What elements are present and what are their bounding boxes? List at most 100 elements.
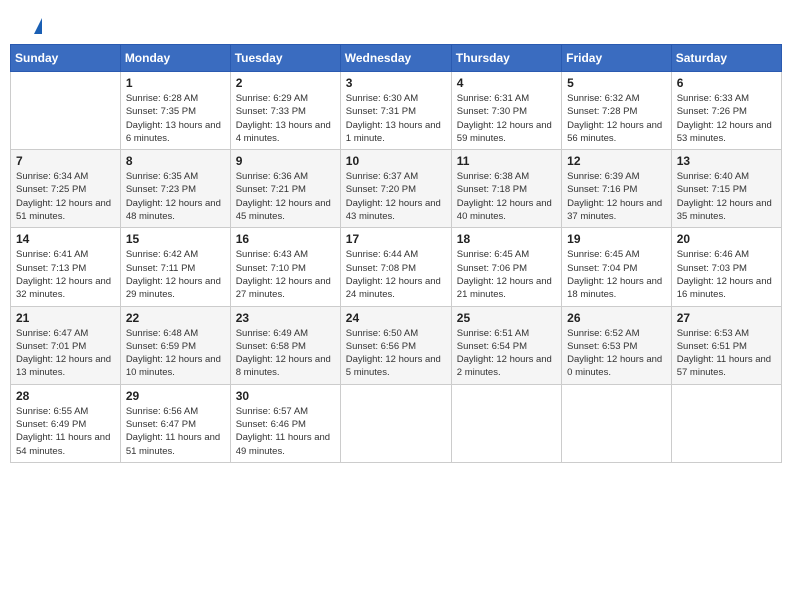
day-number: 2	[236, 76, 335, 90]
day-number: 17	[346, 232, 446, 246]
day-header: Wednesday	[340, 45, 451, 72]
day-number: 8	[126, 154, 225, 168]
calendar-cell: 27 Sunrise: 6:53 AMSunset: 6:51 PMDaylig…	[671, 306, 781, 384]
day-number: 24	[346, 311, 446, 325]
day-number: 4	[457, 76, 556, 90]
calendar-cell	[340, 384, 451, 462]
cell-info: Sunrise: 6:49 AMSunset: 6:58 PMDaylight:…	[236, 327, 335, 380]
cell-info: Sunrise: 6:35 AMSunset: 7:23 PMDaylight:…	[126, 170, 225, 223]
day-number: 14	[16, 232, 115, 246]
day-number: 5	[567, 76, 666, 90]
calendar-cell: 15 Sunrise: 6:42 AMSunset: 7:11 PMDaylig…	[120, 228, 230, 306]
cell-info: Sunrise: 6:39 AMSunset: 7:16 PMDaylight:…	[567, 170, 666, 223]
day-number: 10	[346, 154, 446, 168]
day-header: Thursday	[451, 45, 561, 72]
cell-info: Sunrise: 6:32 AMSunset: 7:28 PMDaylight:…	[567, 92, 666, 145]
calendar-cell: 28 Sunrise: 6:55 AMSunset: 6:49 PMDaylig…	[11, 384, 121, 462]
day-number: 21	[16, 311, 115, 325]
cell-info: Sunrise: 6:36 AMSunset: 7:21 PMDaylight:…	[236, 170, 335, 223]
day-header: Sunday	[11, 45, 121, 72]
calendar-cell: 8 Sunrise: 6:35 AMSunset: 7:23 PMDayligh…	[120, 150, 230, 228]
calendar-cell: 13 Sunrise: 6:40 AMSunset: 7:15 PMDaylig…	[671, 150, 781, 228]
cell-info: Sunrise: 6:42 AMSunset: 7:11 PMDaylight:…	[126, 248, 225, 301]
calendar-header-row: SundayMondayTuesdayWednesdayThursdayFrid…	[11, 45, 782, 72]
cell-info: Sunrise: 6:30 AMSunset: 7:31 PMDaylight:…	[346, 92, 446, 145]
day-header: Saturday	[671, 45, 781, 72]
day-number: 18	[457, 232, 556, 246]
day-number: 6	[677, 76, 776, 90]
day-number: 7	[16, 154, 115, 168]
day-number: 28	[16, 389, 115, 403]
calendar-cell: 3 Sunrise: 6:30 AMSunset: 7:31 PMDayligh…	[340, 72, 451, 150]
day-header: Friday	[562, 45, 672, 72]
cell-info: Sunrise: 6:53 AMSunset: 6:51 PMDaylight:…	[677, 327, 776, 380]
calendar-cell: 16 Sunrise: 6:43 AMSunset: 7:10 PMDaylig…	[230, 228, 340, 306]
day-number: 25	[457, 311, 556, 325]
calendar-cell: 24 Sunrise: 6:50 AMSunset: 6:56 PMDaylig…	[340, 306, 451, 384]
day-number: 27	[677, 311, 776, 325]
calendar-cell	[451, 384, 561, 462]
day-number: 3	[346, 76, 446, 90]
calendar-cell: 7 Sunrise: 6:34 AMSunset: 7:25 PMDayligh…	[11, 150, 121, 228]
day-header: Monday	[120, 45, 230, 72]
logo-icon	[22, 18, 42, 34]
cell-info: Sunrise: 6:45 AMSunset: 7:06 PMDaylight:…	[457, 248, 556, 301]
calendar-cell: 4 Sunrise: 6:31 AMSunset: 7:30 PMDayligh…	[451, 72, 561, 150]
cell-info: Sunrise: 6:34 AMSunset: 7:25 PMDaylight:…	[16, 170, 115, 223]
calendar-cell: 10 Sunrise: 6:37 AMSunset: 7:20 PMDaylig…	[340, 150, 451, 228]
calendar-cell	[11, 72, 121, 150]
calendar-cell: 2 Sunrise: 6:29 AMSunset: 7:33 PMDayligh…	[230, 72, 340, 150]
calendar-cell: 26 Sunrise: 6:52 AMSunset: 6:53 PMDaylig…	[562, 306, 672, 384]
calendar-cell: 6 Sunrise: 6:33 AMSunset: 7:26 PMDayligh…	[671, 72, 781, 150]
day-number: 29	[126, 389, 225, 403]
calendar-cell: 9 Sunrise: 6:36 AMSunset: 7:21 PMDayligh…	[230, 150, 340, 228]
cell-info: Sunrise: 6:57 AMSunset: 6:46 PMDaylight:…	[236, 405, 335, 458]
calendar-cell: 22 Sunrise: 6:48 AMSunset: 6:59 PMDaylig…	[120, 306, 230, 384]
day-number: 13	[677, 154, 776, 168]
calendar-week-row: 28 Sunrise: 6:55 AMSunset: 6:49 PMDaylig…	[11, 384, 782, 462]
calendar-week-row: 7 Sunrise: 6:34 AMSunset: 7:25 PMDayligh…	[11, 150, 782, 228]
day-number: 1	[126, 76, 225, 90]
cell-info: Sunrise: 6:31 AMSunset: 7:30 PMDaylight:…	[457, 92, 556, 145]
cell-info: Sunrise: 6:33 AMSunset: 7:26 PMDaylight:…	[677, 92, 776, 145]
cell-info: Sunrise: 6:50 AMSunset: 6:56 PMDaylight:…	[346, 327, 446, 380]
day-number: 23	[236, 311, 335, 325]
day-number: 15	[126, 232, 225, 246]
calendar-cell: 21 Sunrise: 6:47 AMSunset: 7:01 PMDaylig…	[11, 306, 121, 384]
day-number: 20	[677, 232, 776, 246]
day-number: 12	[567, 154, 666, 168]
day-number: 9	[236, 154, 335, 168]
cell-info: Sunrise: 6:40 AMSunset: 7:15 PMDaylight:…	[677, 170, 776, 223]
cell-info: Sunrise: 6:52 AMSunset: 6:53 PMDaylight:…	[567, 327, 666, 380]
cell-info: Sunrise: 6:41 AMSunset: 7:13 PMDaylight:…	[16, 248, 115, 301]
calendar-cell: 19 Sunrise: 6:45 AMSunset: 7:04 PMDaylig…	[562, 228, 672, 306]
day-header: Tuesday	[230, 45, 340, 72]
day-number: 26	[567, 311, 666, 325]
cell-info: Sunrise: 6:48 AMSunset: 6:59 PMDaylight:…	[126, 327, 225, 380]
calendar-week-row: 1 Sunrise: 6:28 AMSunset: 7:35 PMDayligh…	[11, 72, 782, 150]
calendar-cell: 29 Sunrise: 6:56 AMSunset: 6:47 PMDaylig…	[120, 384, 230, 462]
calendar-cell: 30 Sunrise: 6:57 AMSunset: 6:46 PMDaylig…	[230, 384, 340, 462]
calendar-cell: 17 Sunrise: 6:44 AMSunset: 7:08 PMDaylig…	[340, 228, 451, 306]
cell-info: Sunrise: 6:47 AMSunset: 7:01 PMDaylight:…	[16, 327, 115, 380]
calendar-cell	[562, 384, 672, 462]
calendar-week-row: 14 Sunrise: 6:41 AMSunset: 7:13 PMDaylig…	[11, 228, 782, 306]
calendar-cell	[671, 384, 781, 462]
cell-info: Sunrise: 6:28 AMSunset: 7:35 PMDaylight:…	[126, 92, 225, 145]
cell-info: Sunrise: 6:56 AMSunset: 6:47 PMDaylight:…	[126, 405, 225, 458]
page-header	[10, 10, 782, 39]
cell-info: Sunrise: 6:29 AMSunset: 7:33 PMDaylight:…	[236, 92, 335, 145]
calendar-cell: 14 Sunrise: 6:41 AMSunset: 7:13 PMDaylig…	[11, 228, 121, 306]
cell-info: Sunrise: 6:55 AMSunset: 6:49 PMDaylight:…	[16, 405, 115, 458]
calendar-cell: 1 Sunrise: 6:28 AMSunset: 7:35 PMDayligh…	[120, 72, 230, 150]
calendar-cell: 18 Sunrise: 6:45 AMSunset: 7:06 PMDaylig…	[451, 228, 561, 306]
cell-info: Sunrise: 6:46 AMSunset: 7:03 PMDaylight:…	[677, 248, 776, 301]
calendar-week-row: 21 Sunrise: 6:47 AMSunset: 7:01 PMDaylig…	[11, 306, 782, 384]
day-number: 19	[567, 232, 666, 246]
calendar-cell: 23 Sunrise: 6:49 AMSunset: 6:58 PMDaylig…	[230, 306, 340, 384]
day-number: 16	[236, 232, 335, 246]
day-number: 11	[457, 154, 556, 168]
calendar-cell: 20 Sunrise: 6:46 AMSunset: 7:03 PMDaylig…	[671, 228, 781, 306]
day-number: 30	[236, 389, 335, 403]
calendar-table: SundayMondayTuesdayWednesdayThursdayFrid…	[10, 44, 782, 463]
